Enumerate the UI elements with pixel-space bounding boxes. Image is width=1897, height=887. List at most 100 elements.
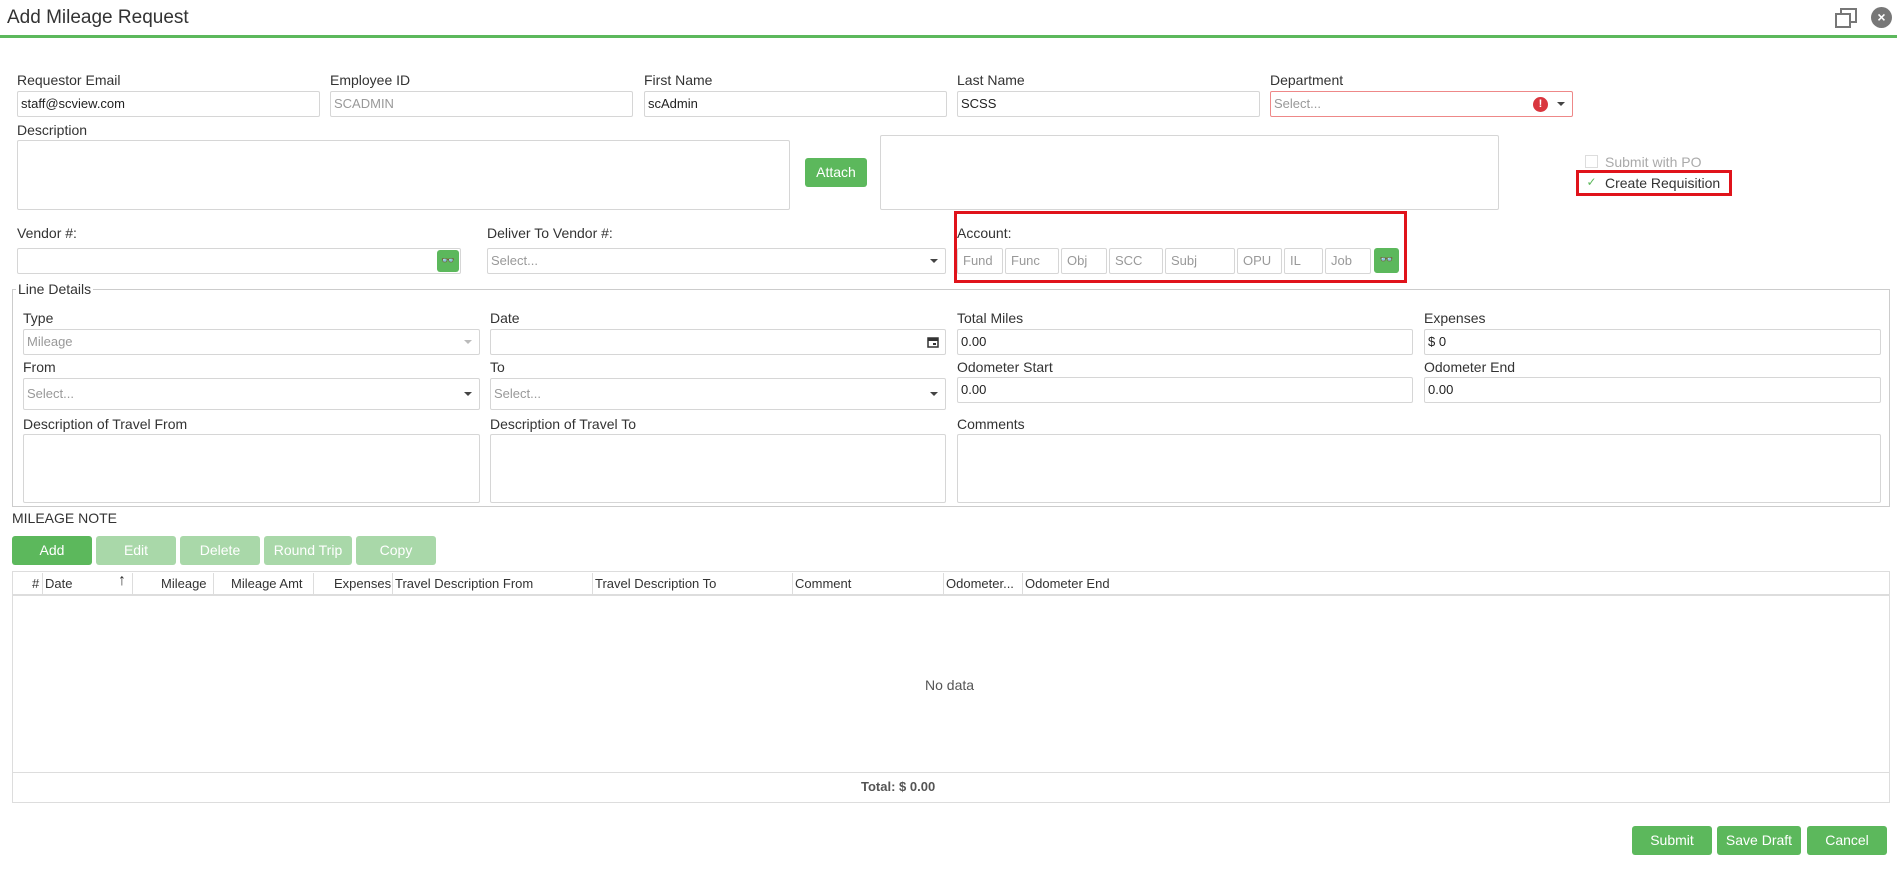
vendor-label: Vendor #: (17, 225, 77, 241)
description-textarea[interactable] (17, 140, 790, 210)
expenses-field[interactable]: $ 0 (1424, 329, 1881, 355)
deliver-to-vendor-select[interactable]: Select... (487, 248, 946, 274)
employee-id-field: SCADMIN (330, 91, 633, 117)
grid-col-divider (313, 573, 314, 595)
cancel-button[interactable]: Cancel (1807, 826, 1887, 855)
odometer-start-label: Odometer Start (957, 359, 1053, 375)
account-subj-input[interactable]: Subj (1165, 248, 1235, 274)
grid-col-odometer-start[interactable]: Odometer... (946, 576, 1014, 591)
submit-with-po-checkbox[interactable] (1585, 155, 1598, 168)
total-miles-label: Total Miles (957, 310, 1024, 326)
expenses-label: Expenses (1424, 310, 1486, 326)
from-select[interactable]: Select... (23, 378, 480, 410)
calendar-icon[interactable] (927, 336, 939, 348)
date-label: Date (490, 310, 520, 326)
round-trip-button[interactable]: Round Trip (264, 536, 352, 565)
deliver-to-vendor-placeholder: Select... (491, 253, 538, 268)
grid-col-divider (1022, 573, 1023, 595)
grid-col-comment[interactable]: Comment (795, 576, 851, 591)
line-details-legend: Line Details (16, 281, 94, 297)
grid-col-divider (42, 573, 43, 595)
window-title: Add Mileage Request (7, 7, 189, 28)
submit-with-po-label: Submit with PO (1605, 154, 1702, 170)
odometer-end-field[interactable]: 0.00 (1424, 377, 1881, 403)
close-window-icon[interactable]: × (1871, 7, 1892, 28)
requestor-email-field[interactable]: staff@scview.com (17, 91, 320, 117)
grid-col-divider (943, 573, 944, 595)
grid-total: Total: $ 0.00 (861, 779, 936, 794)
mileage-note-label: MILEAGE NOTE (12, 510, 118, 526)
account-obj-input[interactable]: Obj (1061, 248, 1107, 274)
from-label: From (23, 359, 56, 375)
grid-header-divider (13, 594, 1889, 596)
vendor-field[interactable] (17, 248, 461, 274)
title-bar (0, 0, 1897, 38)
account-fund-input[interactable]: Fund (957, 248, 1003, 274)
grid-col-divider (132, 573, 133, 595)
odometer-start-field[interactable]: 0.00 (957, 377, 1413, 403)
desc-travel-from-textarea[interactable] (23, 434, 480, 503)
restore-window-icon[interactable] (1835, 8, 1857, 28)
grid-col-divider (213, 573, 214, 595)
create-requisition-checkbox[interactable]: ✓ (1585, 176, 1598, 189)
desc-travel-to-label: Description of Travel To (490, 416, 637, 432)
grid-col-divider (392, 573, 393, 595)
vendor-lookup-binoculars-icon[interactable]: 👓 (437, 250, 459, 272)
comments-textarea[interactable] (957, 434, 1881, 503)
account-lookup-binoculars-icon[interactable]: 👓 (1374, 248, 1399, 273)
comments-label: Comments (957, 416, 1025, 432)
copy-button[interactable]: Copy (356, 536, 436, 565)
type-value: Mileage (27, 334, 73, 349)
account-job-input[interactable]: Job (1325, 248, 1371, 274)
desc-travel-from-label: Description of Travel From (23, 416, 188, 432)
grid-col-date[interactable]: Date (45, 576, 72, 591)
grid-col-number[interactable]: # (32, 576, 39, 591)
grid-col-odometer-end[interactable]: Odometer End (1025, 576, 1110, 591)
chevron-down-icon (930, 392, 938, 396)
first-name-label: First Name (644, 72, 713, 88)
delete-button[interactable]: Delete (180, 536, 260, 565)
save-draft-button[interactable]: Save Draft (1717, 826, 1801, 855)
type-label: Type (23, 310, 54, 326)
to-placeholder: Select... (494, 386, 541, 401)
account-scc-input[interactable]: SCC (1109, 248, 1163, 274)
grid-col-mileage-amt[interactable]: Mileage Amt (231, 576, 303, 591)
desc-travel-to-textarea[interactable] (490, 434, 946, 503)
date-field[interactable] (490, 329, 946, 355)
grid-empty-text: No data (925, 677, 975, 693)
type-select: Mileage (23, 329, 480, 355)
last-name-field[interactable]: SCSS (957, 91, 1260, 117)
department-select[interactable]: Select... ! (1270, 91, 1573, 117)
submit-button[interactable]: Submit (1632, 826, 1712, 855)
odometer-end-label: Odometer End (1424, 359, 1516, 375)
error-icon: ! (1533, 97, 1548, 112)
grid-col-expenses[interactable]: Expenses (334, 576, 391, 591)
account-opu-input[interactable]: OPU (1237, 248, 1282, 274)
requestor-email-label: Requestor Email (17, 72, 121, 88)
account-il-input[interactable]: IL (1284, 248, 1323, 274)
last-name-label: Last Name (957, 72, 1025, 88)
to-select[interactable]: Select... (490, 378, 946, 410)
grid-col-travel-to[interactable]: Travel Description To (595, 576, 716, 591)
sort-arrow-icon[interactable]: ↑ (118, 572, 126, 590)
total-miles-field[interactable]: 0.00 (957, 329, 1413, 355)
account-func-input[interactable]: Func (1005, 248, 1059, 274)
description-label: Description (17, 122, 88, 138)
grid-col-divider (592, 573, 593, 595)
from-placeholder: Select... (27, 386, 74, 401)
grid-footer-divider (13, 772, 1889, 773)
deliver-to-vendor-label: Deliver To Vendor #: (487, 225, 613, 241)
edit-button[interactable]: Edit (96, 536, 176, 565)
grid-col-travel-from[interactable]: Travel Description From (395, 576, 533, 591)
employee-id-label: Employee ID (330, 72, 411, 88)
account-label: Account: (957, 225, 1012, 241)
add-button[interactable]: Add (12, 536, 92, 565)
create-requisition-label: Create Requisition (1605, 175, 1721, 191)
first-name-field[interactable]: scAdmin (644, 91, 947, 117)
chevron-down-icon (464, 340, 472, 344)
chevron-down-icon (464, 392, 472, 396)
grid-col-mileage[interactable]: Mileage (161, 576, 207, 591)
department-label: Department (1270, 72, 1344, 88)
grid-col-divider (792, 573, 793, 595)
attach-button[interactable]: Attach (805, 158, 867, 187)
